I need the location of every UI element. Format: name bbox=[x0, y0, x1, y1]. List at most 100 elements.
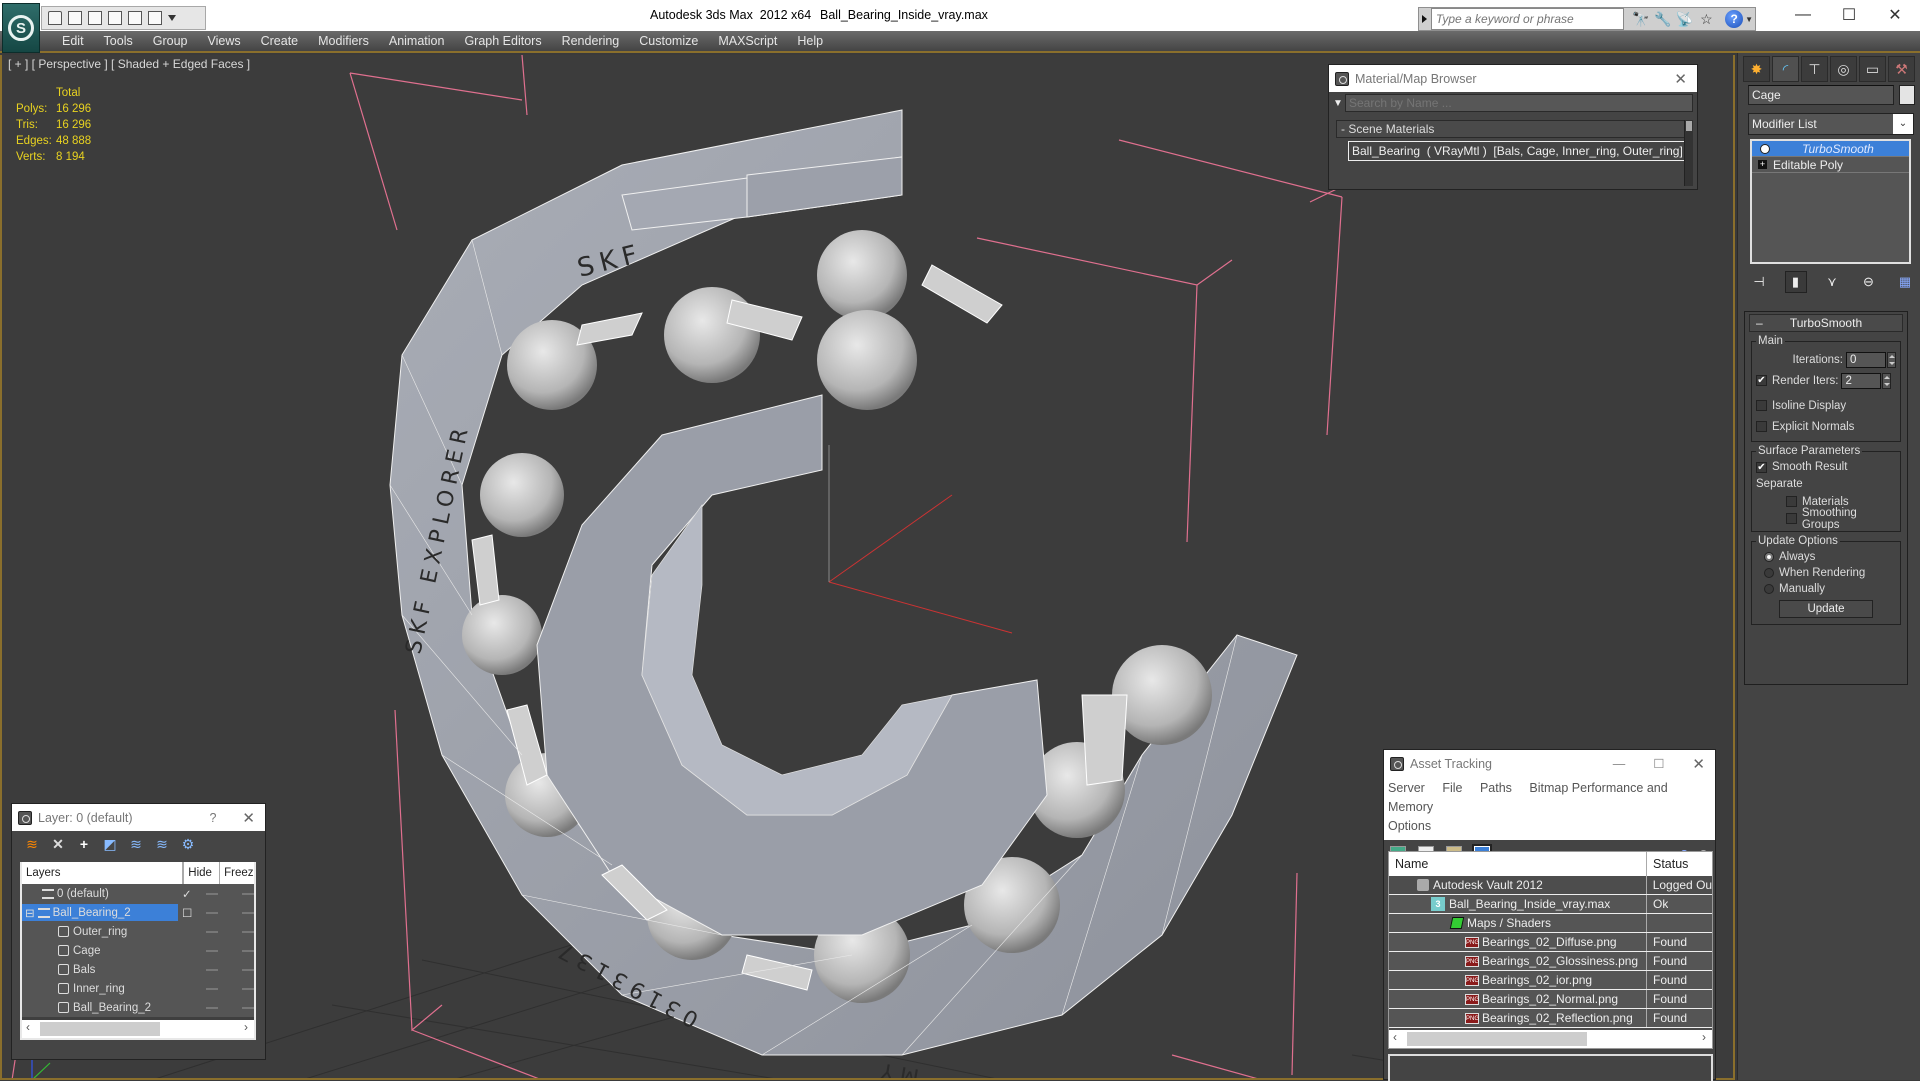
binoculars-icon[interactable]: 🔭 bbox=[1630, 8, 1652, 30]
asset-row[interactable]: Maps / Shaders bbox=[1389, 914, 1712, 933]
freeze-toggle[interactable] bbox=[242, 1006, 254, 1009]
horizontal-scrollbar[interactable]: ‹ › bbox=[22, 1020, 254, 1038]
stack-item-editable-poly[interactable]: + Editable Poly bbox=[1752, 157, 1909, 173]
freeze-toggle[interactable] bbox=[242, 930, 254, 933]
maximize-button[interactable]: ☐ bbox=[1826, 0, 1872, 30]
asset-row[interactable]: PNG Bearings_02_Reflection.png Found bbox=[1389, 1009, 1712, 1028]
viewport-label-menu[interactable]: [ + ] [ Perspective ] [ Shaded + Edged F… bbox=[8, 57, 250, 71]
hide-toggle[interactable] bbox=[206, 987, 218, 990]
isoline-display-checkbox[interactable] bbox=[1756, 400, 1767, 411]
make-unique-icon[interactable]: ⋎ bbox=[1821, 271, 1843, 293]
asset-row[interactable]: 3 Ball_Bearing_Inside_vray.max Ok bbox=[1389, 895, 1712, 914]
close-icon[interactable]: ✕ bbox=[242, 809, 255, 827]
scrollbar-thumb[interactable] bbox=[40, 1022, 160, 1036]
column-header-name[interactable]: Name bbox=[1389, 852, 1647, 876]
key-icon[interactable]: 🔧 bbox=[1652, 8, 1674, 30]
menu-views[interactable]: Views bbox=[197, 30, 250, 52]
pin-stack-icon[interactable]: ⊣ bbox=[1748, 271, 1770, 293]
menu-rendering[interactable]: Rendering bbox=[552, 30, 630, 52]
menu-graph-editors[interactable]: Graph Editors bbox=[454, 30, 551, 52]
layer-settings-icon[interactable]: ⚙ bbox=[180, 836, 196, 852]
menu-animation[interactable]: Animation bbox=[379, 30, 455, 52]
open-file-icon[interactable] bbox=[48, 11, 62, 25]
explicit-normals-checkbox[interactable] bbox=[1756, 421, 1767, 432]
redo-icon[interactable] bbox=[128, 11, 142, 25]
menu-paths[interactable]: Paths bbox=[1480, 781, 1512, 795]
menu-maxscript[interactable]: MAXScript bbox=[708, 30, 787, 52]
expand-plus-icon[interactable]: + bbox=[1758, 160, 1767, 169]
object-row[interactable]: Bals bbox=[22, 960, 254, 979]
update-button[interactable]: Update bbox=[1779, 600, 1873, 618]
object-row[interactable]: Cage bbox=[22, 941, 254, 960]
column-header-status[interactable]: Status bbox=[1647, 852, 1688, 876]
menu-tools[interactable]: Tools bbox=[94, 30, 143, 52]
asset-row[interactable]: PNG Bearings_02_Normal.png Found bbox=[1389, 990, 1712, 1009]
separate-materials-checkbox[interactable] bbox=[1786, 496, 1797, 507]
hide-toggle[interactable] bbox=[206, 968, 218, 971]
render-iters-spinner-arrows[interactable] bbox=[1882, 372, 1892, 389]
smooth-result-checkbox[interactable]: ✔ bbox=[1756, 461, 1767, 473]
menu-file[interactable]: File bbox=[1442, 781, 1462, 795]
create-tab-icon[interactable]: ✸ bbox=[1743, 56, 1770, 82]
turbosmooth-rollout-header[interactable]: – TurboSmooth bbox=[1749, 314, 1903, 332]
menu-options[interactable]: Options bbox=[1388, 819, 1431, 833]
asset-tracking-titlebar[interactable]: Asset Tracking — ☐ ✕ bbox=[1384, 750, 1715, 777]
collapse-icon[interactable]: ⊟ bbox=[25, 906, 35, 920]
menu-group[interactable]: Group bbox=[143, 30, 198, 52]
asset-row[interactable]: PNG Bearings_02_ior.png Found bbox=[1389, 971, 1712, 990]
menu-modifiers[interactable]: Modifiers bbox=[308, 30, 379, 52]
freeze-toggle[interactable] bbox=[242, 987, 254, 990]
layer-row[interactable]: ⊟ Ball_Bearing_2 ☐ bbox=[22, 903, 254, 922]
column-header[interactable]: Hide bbox=[184, 862, 221, 884]
object-row[interactable]: Outer_ring bbox=[22, 922, 254, 941]
hide-toggle[interactable] bbox=[206, 1006, 218, 1009]
object-row[interactable]: Ball_Bearing_2 bbox=[22, 998, 254, 1017]
minimize-button[interactable]: — bbox=[1780, 0, 1826, 30]
show-end-result-icon[interactable]: ▮ bbox=[1784, 271, 1807, 293]
ball-bearing-model[interactable]: SKF SKF EXPLORER 03193137 MY bbox=[389, 109, 1298, 1080]
stack-item-turbosmooth[interactable]: TurboSmooth bbox=[1752, 141, 1909, 157]
app-menu-button[interactable]: S bbox=[2, 3, 40, 53]
asset-row[interactable]: PNG Bearings_02_Glossiness.png Found bbox=[1389, 952, 1712, 971]
remove-modifier-icon[interactable]: ⊖ bbox=[1858, 271, 1880, 293]
freeze-toggle[interactable] bbox=[242, 911, 254, 914]
customize-toolbar-dropdown-icon[interactable] bbox=[168, 15, 176, 21]
render-iters-spinner[interactable]: 2 bbox=[1841, 372, 1882, 389]
satellite-icon[interactable]: 📡 bbox=[1674, 8, 1696, 30]
hold-icon[interactable] bbox=[148, 11, 162, 25]
column-header[interactable]: Freeze bbox=[220, 862, 254, 884]
current-layer-check[interactable]: ☐ bbox=[182, 906, 196, 920]
set-current-layer-icon[interactable]: ≋ bbox=[154, 836, 170, 852]
scroll-left-icon[interactable]: ‹ bbox=[1393, 1030, 1397, 1044]
hide-toggle[interactable] bbox=[206, 911, 218, 914]
horizontal-scrollbar[interactable]: ‹ › bbox=[1389, 1030, 1712, 1048]
highlight-selected-layer-icon[interactable]: ≋ bbox=[128, 836, 144, 852]
project-folder-icon[interactable] bbox=[108, 11, 122, 25]
close-icon[interactable]: ✕ bbox=[1692, 755, 1705, 773]
menu-bitmap-performance[interactable]: Bitmap Performance and Memory bbox=[1388, 781, 1668, 814]
object-name-field[interactable]: Cage bbox=[1748, 85, 1894, 105]
menu-create[interactable]: Create bbox=[251, 30, 309, 52]
motion-tab-icon[interactable]: ◎ bbox=[1830, 56, 1857, 82]
search-by-name-input[interactable] bbox=[1345, 94, 1693, 112]
help-dropdown-icon[interactable]: ▼ bbox=[1743, 8, 1755, 30]
layer-row[interactable]: 0 (default) ✓ bbox=[22, 884, 254, 903]
scrollbar-thumb[interactable] bbox=[1407, 1032, 1587, 1046]
update-always-radio[interactable] bbox=[1764, 552, 1774, 562]
save-file-icon[interactable] bbox=[68, 11, 82, 25]
menu-server[interactable]: Server bbox=[1388, 781, 1425, 795]
vertical-scrollbar[interactable] bbox=[1684, 120, 1693, 186]
star-icon[interactable]: ☆ bbox=[1696, 8, 1718, 30]
hierarchy-tab-icon[interactable]: ⊤ bbox=[1801, 56, 1828, 82]
object-row[interactable]: Inner_ring bbox=[22, 979, 254, 998]
layer-window-titlebar[interactable]: Layer: 0 (default) ? ✕ bbox=[12, 804, 265, 831]
modify-tab-icon[interactable]: ◜ bbox=[1772, 56, 1799, 82]
close-icon[interactable]: ✕ bbox=[1674, 70, 1687, 88]
object-color-swatch[interactable] bbox=[1899, 85, 1915, 105]
freeze-toggle[interactable] bbox=[242, 949, 254, 952]
column-header[interactable]: Layers bbox=[22, 862, 184, 884]
update-manually-radio[interactable] bbox=[1764, 584, 1774, 594]
menu-edit[interactable]: Edit bbox=[52, 30, 94, 52]
freeze-toggle[interactable] bbox=[242, 892, 254, 895]
iterations-spinner[interactable]: 0 bbox=[1846, 351, 1886, 368]
